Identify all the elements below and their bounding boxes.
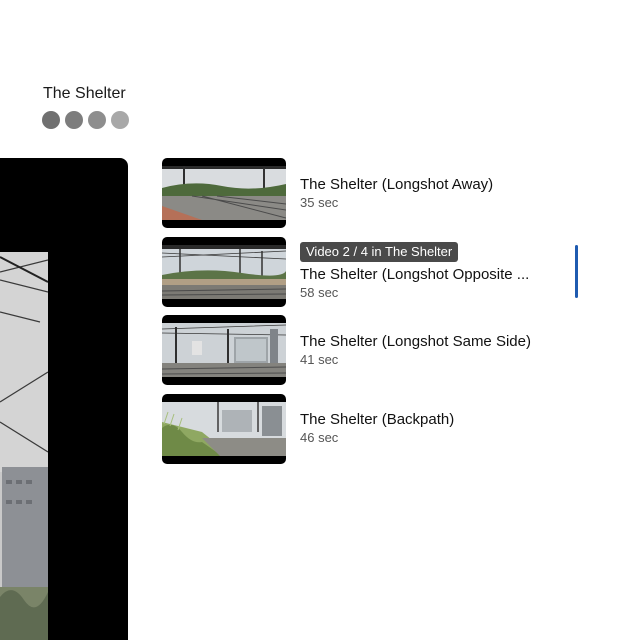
video-duration: 41 sec bbox=[300, 351, 339, 367]
thumbnail-image bbox=[162, 166, 286, 220]
playlist-dot bbox=[88, 111, 106, 129]
playlist-dots bbox=[42, 111, 129, 129]
now-playing-badge: Video 2 / 4 in The Shelter bbox=[300, 242, 459, 262]
video-duration: 46 sec bbox=[300, 430, 339, 445]
playlist-dot bbox=[42, 111, 60, 129]
video-thumbnail[interactable] bbox=[162, 315, 286, 385]
video-meta: The Shelter (Longshot Away) 35 sec bbox=[300, 158, 570, 228]
playlist-dot bbox=[111, 111, 129, 129]
video-meta: The Shelter (Longshot Same Side) 41 sec bbox=[300, 315, 570, 385]
video-title[interactable]: The Shelter (Longshot Opposite ... bbox=[300, 266, 570, 284]
video-meta: The Shelter (Backpath) 46 sec bbox=[300, 394, 570, 464]
video-thumbnail[interactable] bbox=[162, 158, 286, 228]
video-item-3[interactable]: The Shelter (Longshot Same Side) 41 sec bbox=[162, 315, 582, 385]
playlist-dot bbox=[65, 111, 83, 129]
video-item-4[interactable]: The Shelter (Backpath) 46 sec bbox=[162, 393, 582, 464]
playlist-title: The Shelter bbox=[43, 85, 126, 102]
thumbnail-image bbox=[162, 323, 286, 377]
thumbnail-image bbox=[162, 401, 286, 456]
video-meta: Video 2 / 4 in The Shelter The Shelter (… bbox=[300, 237, 570, 307]
video-thumbnail[interactable] bbox=[162, 393, 286, 464]
video-thumbnail[interactable] bbox=[162, 236, 286, 307]
video-duration: 58 sec bbox=[300, 285, 339, 300]
video-item-1[interactable]: The Shelter (Longshot Away) 35 sec bbox=[162, 158, 582, 228]
video-frame bbox=[0, 252, 48, 640]
video-player[interactable] bbox=[0, 158, 128, 640]
video-title[interactable]: The Shelter (Longshot Away) bbox=[300, 176, 570, 194]
video-list: The Shelter (Longshot Away) 35 sec Video… bbox=[162, 158, 582, 472]
video-title[interactable]: The Shelter (Longshot Same Side) bbox=[300, 333, 570, 351]
thumbnail-image bbox=[162, 244, 286, 299]
list-scroll-indicator[interactable] bbox=[575, 245, 578, 298]
video-title[interactable]: The Shelter (Backpath) bbox=[300, 411, 570, 429]
video-page: The Shelter The Shelter (Longshot Away) … bbox=[0, 0, 640, 640]
video-item-2[interactable]: Video 2 / 4 in The Shelter The Shelter (… bbox=[162, 236, 582, 307]
video-duration: 35 sec bbox=[300, 194, 339, 210]
video-frame-image bbox=[0, 252, 48, 640]
